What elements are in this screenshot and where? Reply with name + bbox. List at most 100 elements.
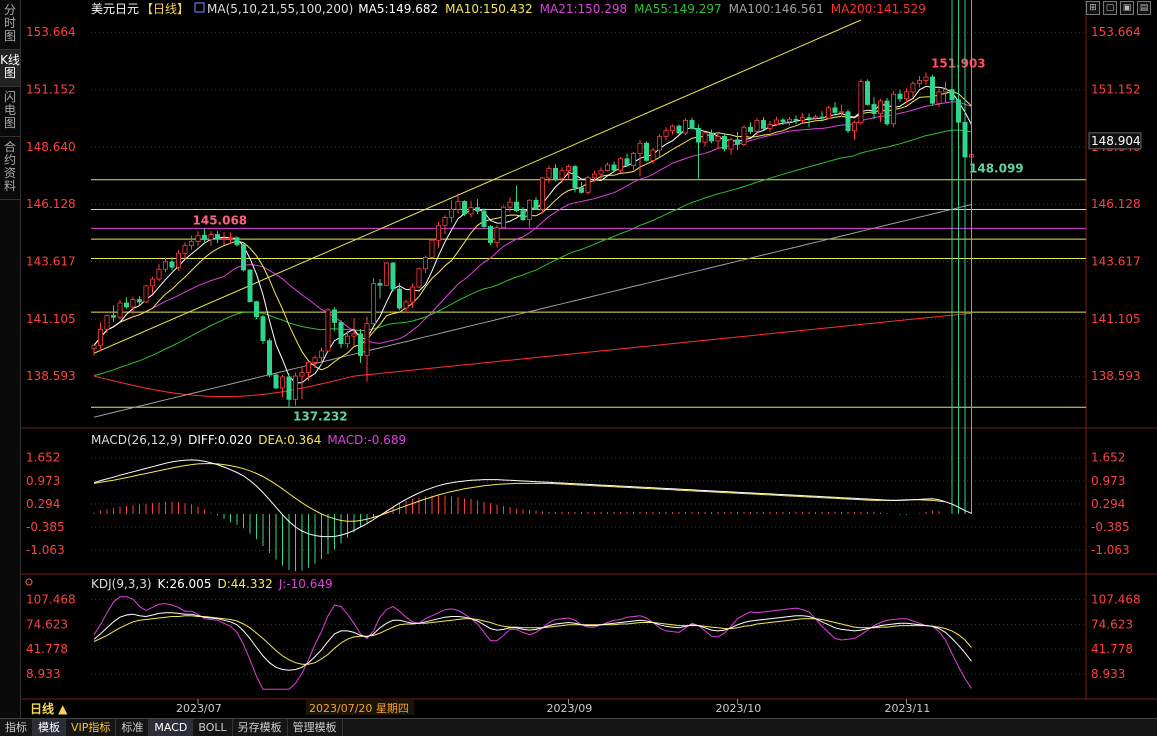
- candle-body: [585, 177, 591, 193]
- ma-value-1: MA10:150.432: [445, 2, 533, 16]
- candle-body: [182, 245, 188, 254]
- candle-body: [657, 136, 663, 151]
- bottom-tab-1[interactable]: 模板: [33, 719, 66, 736]
- candle-body: [377, 283, 383, 286]
- price-label-right: 151.152: [1091, 83, 1141, 97]
- candle-body: [526, 199, 532, 221]
- candle-body: [936, 91, 942, 104]
- kdj-k-value: K:26.005: [158, 577, 212, 591]
- grid-layout-icon[interactable]: ⊞: [1086, 1, 1100, 15]
- sidebar-item-flash[interactable]: 闪电图: [0, 87, 20, 137]
- candle-body: [897, 93, 903, 100]
- candle-body: [689, 120, 695, 129]
- price-label-left: 138.593: [26, 369, 76, 383]
- sidebar-item-contract-info[interactable]: 合约资料: [0, 137, 20, 200]
- candle-body: [214, 234, 220, 240]
- candle-body: [325, 309, 331, 352]
- candle-body: [435, 225, 441, 241]
- kdj-label-right: 74.623: [1091, 617, 1133, 631]
- kdj-label-right: 107.468: [1091, 592, 1141, 606]
- candle-body: [774, 119, 780, 125]
- candle-body: [468, 207, 474, 215]
- candle-body: [338, 322, 344, 345]
- candle-body: [481, 210, 487, 227]
- candle-body: [455, 201, 461, 210]
- macd-label-left: 0.973: [26, 474, 60, 488]
- candle-body: [383, 262, 389, 286]
- candle-body: [761, 120, 767, 129]
- single-layout-icon[interactable]: ▢: [1103, 1, 1117, 15]
- price-label-right: 143.617: [1091, 255, 1141, 269]
- last-low-annotation: 148.099: [969, 161, 1024, 175]
- ma-value-0: MA5:149.682: [358, 2, 438, 16]
- candle-body: [169, 261, 175, 268]
- candle-body: [240, 244, 246, 271]
- candle-body: [266, 340, 272, 376]
- candle-body: [793, 118, 799, 121]
- window-controls: ⊞ ▢ ▣ ▤: [1086, 1, 1151, 15]
- candle-body: [344, 335, 350, 345]
- candle-body: [500, 206, 506, 229]
- candle-body: [637, 142, 643, 154]
- candle-body: [305, 361, 311, 374]
- candle-body: [644, 142, 650, 161]
- candle-body: [819, 116, 825, 119]
- left-sidebar: 分时图 K线图 闪电图 合约资料: [0, 0, 21, 718]
- bottom-tab-7[interactable]: 管理模板: [288, 719, 343, 736]
- candle-body: [832, 107, 838, 113]
- candle-body: [448, 209, 454, 218]
- list-layout-icon[interactable]: ▤: [1137, 1, 1151, 15]
- bottom-tab-0[interactable]: 指标: [0, 719, 33, 736]
- candle-body: [767, 124, 773, 129]
- candle-body: [871, 104, 877, 114]
- candle-body: [722, 136, 728, 150]
- candle-body: [670, 125, 676, 132]
- candle-body: [878, 100, 884, 114]
- chart[interactable]: 美元日元 【日线】 MA(5,10,21,55,100,200) MA5:149.68…: [21, 0, 1157, 718]
- macd-label-right: 1.652: [1091, 451, 1125, 465]
- time-label: 2023/07: [176, 702, 222, 715]
- sidebar-item-kline[interactable]: K线图: [0, 50, 20, 87]
- price-label-right: 138.593: [1091, 369, 1141, 383]
- macd-label-right: -1.063: [1091, 543, 1130, 557]
- price-label-right: 146.128: [1091, 197, 1141, 211]
- candle-body: [104, 315, 110, 330]
- candle-body: [253, 301, 259, 318]
- candle-body: [208, 234, 214, 240]
- candle-body: [624, 158, 630, 167]
- bottom-tab-4[interactable]: MACD: [149, 719, 194, 736]
- candle-body: [572, 166, 578, 189]
- candle-body: [299, 372, 305, 377]
- macd-label-right: -0.385: [1091, 520, 1130, 534]
- split-layout-icon[interactable]: ▣: [1120, 1, 1134, 15]
- sidebar-item-timeshare[interactable]: 分时图: [0, 0, 20, 50]
- bottom-tab-5[interactable]: BOLL: [193, 719, 233, 736]
- price-label-left: 151.152: [26, 83, 76, 97]
- candle-body: [318, 350, 324, 359]
- candle-body: [416, 268, 422, 288]
- candle-body: [943, 89, 949, 93]
- candle-body: [507, 201, 513, 208]
- candle-body: [396, 288, 402, 309]
- candle-body: [826, 107, 832, 119]
- period-selector[interactable]: 日线 ▲: [30, 700, 67, 717]
- price-label-left: 141.105: [26, 312, 76, 326]
- bottom-tab-3[interactable]: 标准: [116, 719, 150, 736]
- candle-body: [143, 285, 149, 303]
- bottom-tab-2[interactable]: VIP指标: [66, 719, 117, 736]
- candle-body: [728, 139, 734, 150]
- kdj-label-left: 74.623: [26, 617, 68, 631]
- candle-body: [292, 375, 298, 400]
- candle-body: [754, 120, 760, 132]
- kdj-label-right: 8.933: [1091, 667, 1125, 681]
- kdj-title: KDJ(9,3,3): [91, 577, 152, 591]
- macd-label-right: 0.294: [1091, 497, 1125, 511]
- candle-body: [137, 299, 143, 303]
- candle-body: [156, 268, 162, 280]
- candle-body: [364, 323, 370, 356]
- bottom-tab-6[interactable]: 另存模板: [233, 719, 288, 736]
- chart-background: [21, 0, 1157, 718]
- candle-body: [195, 234, 201, 243]
- price-label-left: 143.617: [26, 255, 76, 269]
- candle-body: [631, 153, 637, 167]
